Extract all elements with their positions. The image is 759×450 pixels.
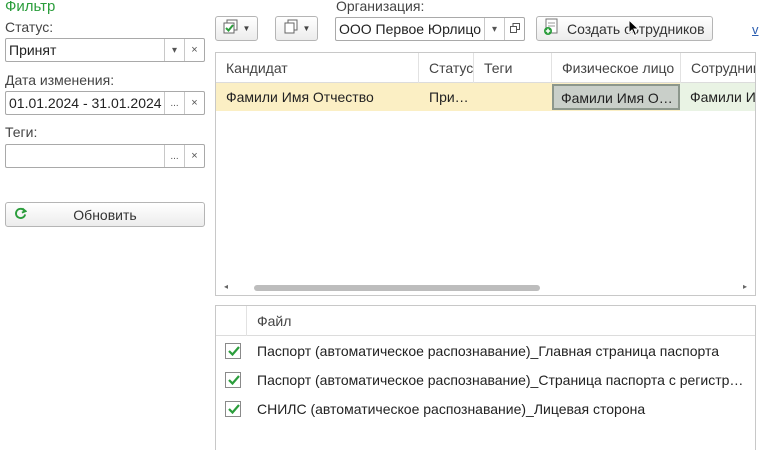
status-field[interactable]: Принят ▾ ×	[5, 38, 205, 62]
checkmark-icon	[228, 375, 240, 386]
table-header: Кандидат Статус Теги Физическое лицо Сот…	[216, 53, 755, 83]
file-name[interactable]: СНИЛС (автоматическое распознавание)_Лиц…	[257, 395, 747, 424]
list-item[interactable]: СНИЛС (автоматическое распознавание)_Лиц…	[216, 395, 755, 424]
table-row[interactable]: Фамили Имя Отчество При… Фамили Имя О… Ф…	[216, 83, 755, 111]
chevron-down-icon: ▼	[302, 24, 311, 33]
close-icon: ×	[191, 97, 198, 109]
ellipsis-icon: ...	[170, 97, 179, 109]
list-item[interactable]: Паспорт (автоматическое распознавание)_Г…	[216, 337, 755, 366]
status-value[interactable]: Принят	[6, 39, 164, 61]
checkmark-icon	[228, 404, 240, 415]
date-select-button[interactable]: ...	[164, 92, 184, 114]
files-table[interactable]: Файл Паспорт (автоматическое распознаван…	[215, 305, 756, 450]
status-dropdown-button[interactable]: ▾	[164, 39, 184, 61]
organization-open-button[interactable]	[504, 18, 524, 40]
cell-status[interactable]: При…	[419, 83, 474, 111]
checkbox-column-header[interactable]	[216, 306, 247, 336]
organization-value[interactable]: ООО Первое Юрлицо	[336, 18, 484, 40]
check-all-icon	[223, 19, 239, 38]
checkmark-icon	[228, 346, 240, 357]
chevron-down-icon: ▾	[171, 44, 178, 56]
date-clear-button[interactable]: ×	[184, 92, 204, 114]
tags-label: Теги:	[5, 124, 38, 140]
date-value[interactable]: 01.01.2024 - 31.01.2024	[6, 92, 164, 114]
status-clear-button[interactable]: ×	[184, 39, 204, 61]
candidates-table[interactable]: Кандидат Статус Теги Физическое лицо Сот…	[215, 52, 756, 296]
cell-employee[interactable]: Фамили Им	[680, 83, 755, 111]
mouse-cursor-icon	[628, 19, 640, 37]
organization-label: Организация:	[336, 0, 425, 14]
filter-title: Фильтр	[5, 0, 56, 15]
create-employees-button[interactable]: Создать сотрудников	[536, 16, 713, 41]
refresh-button[interactable]: Обновить	[5, 202, 205, 227]
refresh-label: Обновить	[73, 206, 137, 223]
scrollbar-thumb[interactable]	[254, 285, 540, 291]
organization-field[interactable]: ООО Первое Юрлицо ▾	[335, 17, 525, 41]
column-header-file[interactable]: Файл	[257, 306, 291, 336]
files-header: Файл	[216, 306, 755, 336]
open-window-icon	[509, 22, 520, 36]
chevron-down-icon: ▼	[242, 24, 251, 33]
close-icon: ×	[191, 150, 198, 162]
status-label: Статус:	[5, 19, 54, 35]
list-item[interactable]: Паспорт (автоматическое распознавание)_С…	[216, 366, 755, 395]
cell-candidate[interactable]: Фамили Имя Отчество	[216, 83, 419, 111]
check-all-button[interactable]: ▼	[215, 16, 258, 41]
copy-button[interactable]: ▼	[275, 16, 318, 41]
file-checkbox[interactable]	[225, 401, 241, 417]
copy-icon	[283, 19, 299, 38]
chevron-down-icon: ▾	[491, 23, 498, 35]
scroll-left-icon[interactable]: ◂	[224, 282, 228, 291]
create-document-icon	[543, 18, 561, 39]
column-header-tags[interactable]: Теги	[474, 53, 552, 83]
file-checkbox[interactable]	[225, 343, 241, 359]
column-header-person[interactable]: Физическое лицо	[552, 53, 681, 83]
column-header-status[interactable]: Статус	[419, 53, 474, 83]
tags-value[interactable]	[6, 145, 164, 167]
scroll-right-icon[interactable]: ▸	[743, 282, 747, 291]
refresh-icon	[6, 207, 34, 223]
ellipsis-icon: ...	[170, 150, 179, 162]
more-link[interactable]: v	[752, 22, 759, 37]
column-header-employee[interactable]: Сотрудник	[681, 53, 755, 83]
close-icon: ×	[191, 44, 198, 56]
date-field[interactable]: 01.01.2024 - 31.01.2024 ... ×	[5, 91, 205, 115]
file-name[interactable]: Паспорт (автоматическое распознавание)_С…	[257, 366, 747, 395]
cell-tags[interactable]	[474, 83, 552, 111]
tags-field[interactable]: ... ×	[5, 144, 205, 168]
cell-person[interactable]: Фамили Имя О…	[552, 84, 680, 110]
horizontal-scrollbar[interactable]: ◂ ▸	[216, 281, 755, 295]
tags-clear-button[interactable]: ×	[184, 145, 204, 167]
file-name[interactable]: Паспорт (автоматическое распознавание)_Г…	[257, 337, 747, 366]
organization-dropdown-button[interactable]: ▾	[484, 18, 504, 40]
tags-select-button[interactable]: ...	[164, 145, 184, 167]
date-label: Дата изменения:	[5, 72, 115, 88]
column-header-candidate[interactable]: Кандидат	[216, 53, 419, 83]
file-checkbox[interactable]	[225, 372, 241, 388]
